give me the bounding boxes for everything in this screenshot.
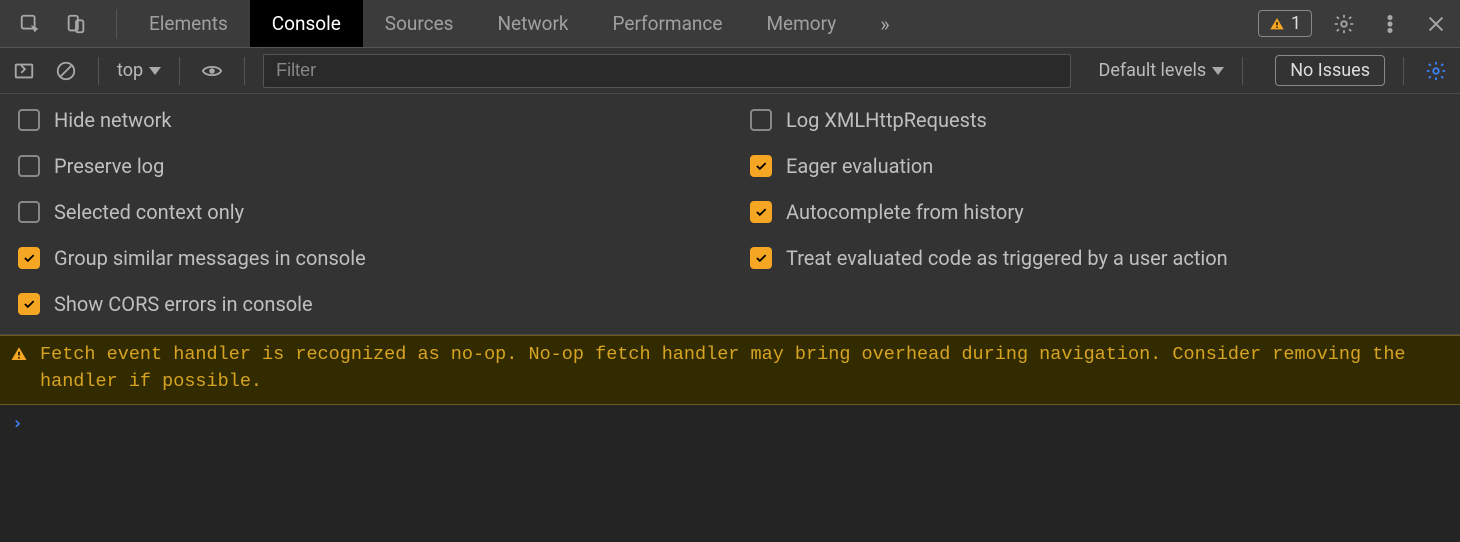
tab-elements[interactable]: Elements xyxy=(127,0,250,47)
prompt-caret-icon: › xyxy=(12,413,23,434)
settings-gear-icon[interactable] xyxy=(1330,10,1358,38)
checkbox[interactable] xyxy=(750,155,772,177)
checkbox[interactable] xyxy=(750,201,772,223)
console-settings-panel: Hide network Preserve log Selected conte… xyxy=(0,94,1460,335)
setting-label: Hide network xyxy=(54,108,172,132)
tab-sources[interactable]: Sources xyxy=(363,0,476,47)
clear-console-icon[interactable] xyxy=(52,57,80,85)
devtools-tabbar: Elements Console Sources Network Perform… xyxy=(0,0,1460,48)
divider xyxy=(1242,57,1243,85)
tabs-list: Elements Console Sources Network Perform… xyxy=(127,0,912,47)
setting-label: Treat evaluated code as triggered by a u… xyxy=(786,246,1228,270)
close-icon[interactable] xyxy=(1422,10,1450,38)
settings-right-column: Log XMLHttpRequests Eager evaluation Aut… xyxy=(750,108,1442,316)
setting-log-xhr[interactable]: Log XMLHttpRequests xyxy=(750,108,1442,132)
divider xyxy=(1403,57,1404,85)
levels-label: Default levels xyxy=(1099,60,1207,81)
context-selector[interactable]: top xyxy=(117,60,161,81)
tab-performance[interactable]: Performance xyxy=(591,0,745,47)
live-expression-icon[interactable] xyxy=(198,57,226,85)
settings-left-column: Hide network Preserve log Selected conte… xyxy=(18,108,710,316)
setting-label: Selected context only xyxy=(54,200,244,224)
setting-label: Group similar messages in console xyxy=(54,246,366,270)
checkbox[interactable] xyxy=(18,247,40,269)
kebab-menu-icon[interactable] xyxy=(1376,10,1404,38)
setting-eager-eval[interactable]: Eager evaluation xyxy=(750,154,1442,178)
console-warning-message[interactable]: Fetch event handler is recognized as no-… xyxy=(0,335,1460,405)
tab-console[interactable]: Console xyxy=(250,0,363,47)
context-label: top xyxy=(117,60,143,81)
console-output: Fetch event handler is recognized as no-… xyxy=(0,335,1460,442)
checkbox[interactable] xyxy=(18,201,40,223)
checkbox[interactable] xyxy=(18,155,40,177)
setting-cors-errors[interactable]: Show CORS errors in console xyxy=(18,292,710,316)
console-prompt[interactable]: › xyxy=(0,405,1460,442)
console-settings-gear-icon[interactable] xyxy=(1422,57,1450,85)
chevron-down-icon xyxy=(149,67,161,75)
checkbox[interactable] xyxy=(750,247,772,269)
tab-network[interactable]: Network xyxy=(475,0,590,47)
divider xyxy=(98,57,99,85)
toggle-sidebar-icon[interactable] xyxy=(10,57,38,85)
divider xyxy=(116,9,117,39)
setting-preserve-log[interactable]: Preserve log xyxy=(18,154,710,178)
setting-autocomplete-history[interactable]: Autocomplete from history xyxy=(750,200,1442,224)
warnings-count: 1 xyxy=(1291,13,1301,34)
inspect-element-icon[interactable] xyxy=(16,10,44,38)
checkbox[interactable] xyxy=(18,109,40,131)
setting-group-similar[interactable]: Group similar messages in console xyxy=(18,246,710,270)
setting-label: Autocomplete from history xyxy=(786,200,1024,224)
tab-memory[interactable]: Memory xyxy=(744,0,858,47)
warning-triangle-icon xyxy=(10,345,28,363)
chevron-down-icon xyxy=(1212,67,1224,75)
warnings-badge[interactable]: 1 xyxy=(1258,10,1312,37)
checkbox[interactable] xyxy=(750,109,772,131)
divider xyxy=(179,57,180,85)
filter-input[interactable] xyxy=(263,54,1070,88)
tabbar-right-icons: 1 xyxy=(1258,10,1450,38)
setting-hide-network[interactable]: Hide network xyxy=(18,108,710,132)
tabbar-left-icons xyxy=(16,10,90,38)
log-levels-selector[interactable]: Default levels xyxy=(1099,60,1225,81)
setting-label: Preserve log xyxy=(54,154,164,178)
more-tabs-button[interactable]: » xyxy=(858,0,911,47)
device-toolbar-icon[interactable] xyxy=(62,10,90,38)
setting-label: Show CORS errors in console xyxy=(54,292,313,316)
issues-button[interactable]: No Issues xyxy=(1275,55,1385,86)
console-toolbar: top Default levels No Issues xyxy=(0,48,1460,94)
setting-label: Log XMLHttpRequests xyxy=(786,108,987,132)
setting-user-activation[interactable]: Treat evaluated code as triggered by a u… xyxy=(750,246,1442,270)
divider xyxy=(244,57,245,85)
warning-text: Fetch event handler is recognized as no-… xyxy=(40,342,1450,396)
issues-label: No Issues xyxy=(1290,60,1370,81)
checkbox[interactable] xyxy=(18,293,40,315)
setting-label: Eager evaluation xyxy=(786,154,933,178)
setting-selected-context[interactable]: Selected context only xyxy=(18,200,710,224)
